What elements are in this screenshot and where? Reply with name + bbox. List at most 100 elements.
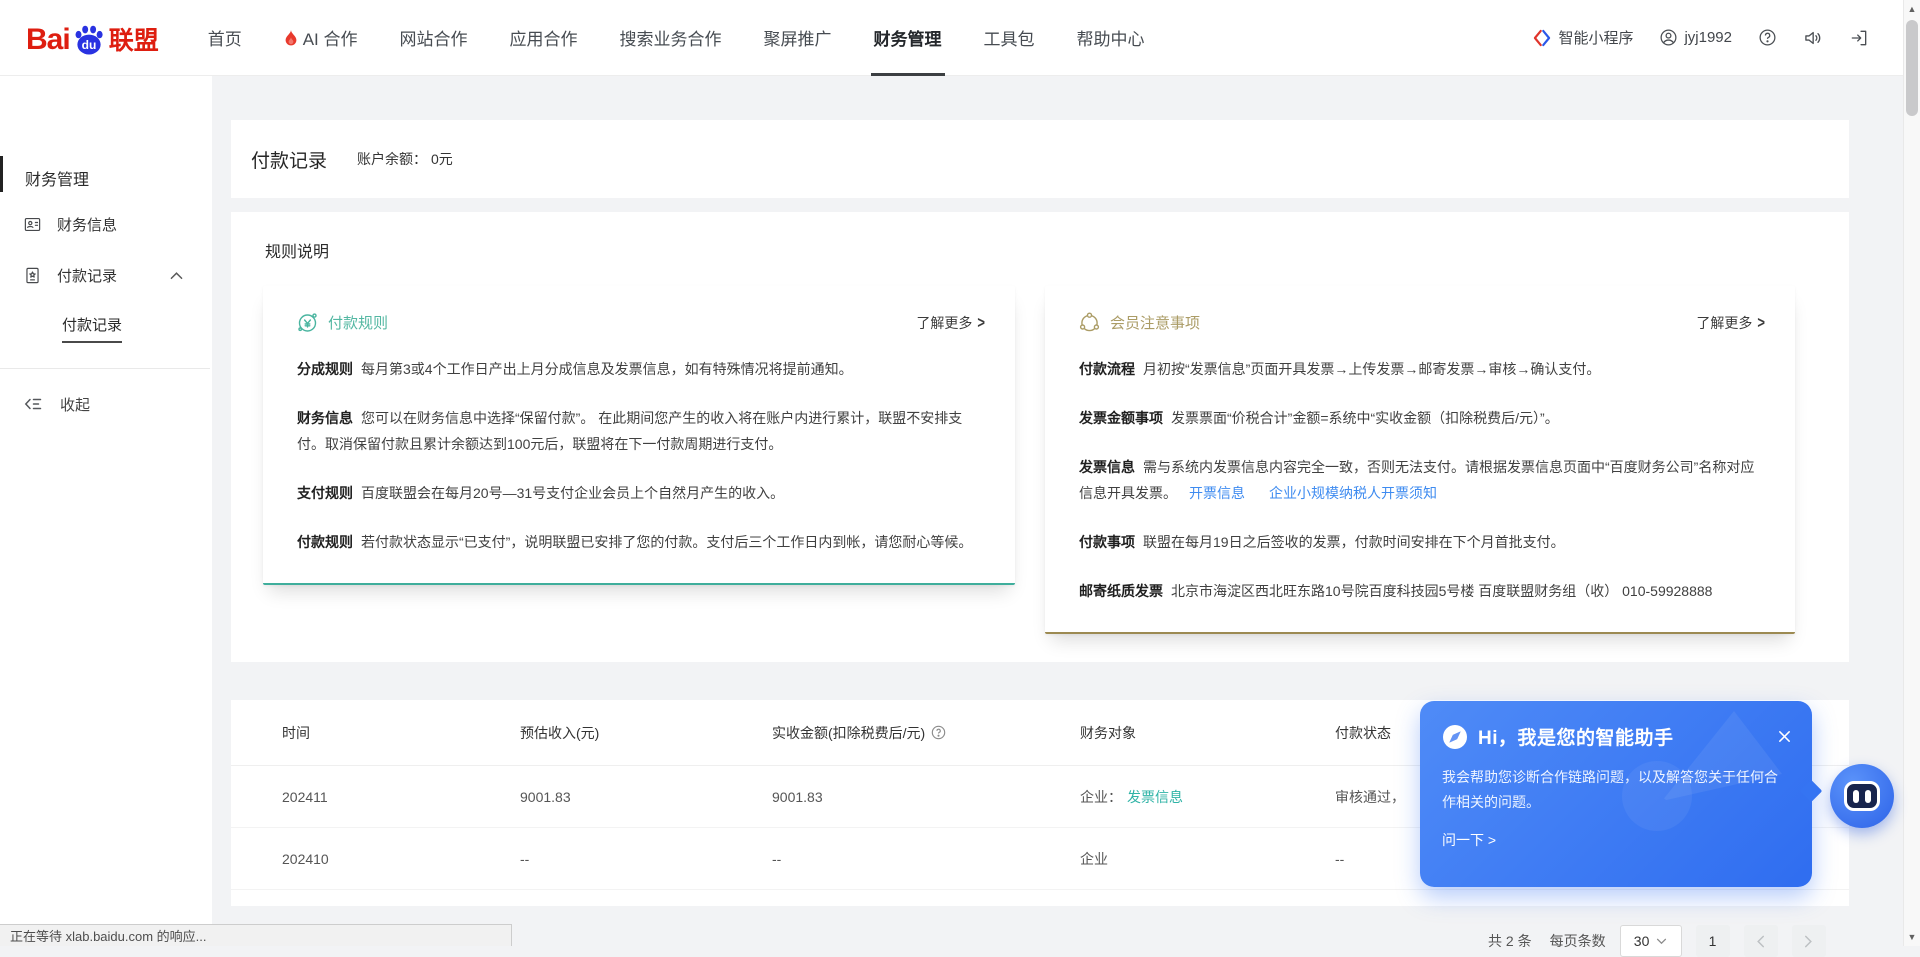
page-number-button[interactable]: 1 [1696,925,1730,957]
page-header-card: 付款记录 账户余额：0元 [231,120,1849,198]
learn-more-link[interactable]: 了解更多> [916,313,985,333]
cell-estimated: -- [520,851,772,867]
scrollbar-thumb[interactable] [1906,20,1918,116]
assistant-robot-button[interactable] [1830,764,1894,828]
announcement-speaker-icon[interactable] [1803,28,1823,48]
id-card-icon [23,215,42,234]
total-count-label: 共 2 条 [1488,931,1532,951]
invoice-info-link[interactable]: 开票信息 [1189,485,1245,501]
rule-paragraph: 付款事项联盟在每月19日之后签收的发票，付款时间安排在下个月首批支付。 [1079,529,1765,555]
help-icon[interactable] [1758,28,1777,47]
rule-paragraph: 发票信息需与系统内发票信息内容完全一致，否则无法支付。请根据发票信息页面中“百度… [1079,454,1765,506]
compass-icon [1442,724,1468,750]
rule-paragraph: 发票金额事项发票票面“价税合计”金额=系统中“实收金额（扣除税费后/元）”。 [1079,405,1765,431]
main-menu: 首页 AI 合作 网站合作 应用合作 搜索业务合作 聚屏推广 财务管理 工具包 … [187,0,1166,76]
sidebar-divider [0,368,210,369]
balance-value: 0元 [431,151,453,167]
chevron-down-icon [1656,938,1667,945]
top-navbar: Bai du 联盟 首页 AI 合作 网站合作 [0,0,1903,76]
sidebar-item-label: 付款记录 [57,265,117,286]
nav-item-ai-coop[interactable]: AI 合作 [263,0,379,76]
sidebar-item-payment-record[interactable]: 付款记录 [0,263,212,287]
rule-paragraph: 付款流程月初按“发票信息”页面开具发票→上传发票→邮寄发票→审核→确认支付。 [1079,356,1765,382]
rule-paragraph: 邮寄纸质发票北京市海淀区西北旺东路10号院百度科技园5号楼 百度联盟财务组（收）… [1079,578,1765,604]
balance-label: 账户余额： [357,151,427,167]
logo-text-lianmeng: 联盟 [109,27,159,55]
small-taxpayer-notice-link[interactable]: 企业小规模纳税人开票须知 [1269,485,1437,501]
nav-item-home[interactable]: 首页 [187,0,263,76]
assistant-popup: Hi，我是您的智能助手 我会帮助您诊断合作链路问题，以及解答您关于任何合作相关的… [1420,701,1812,887]
logo-text-bai: Bai [26,25,70,55]
nav-item-screen-promo[interactable]: 聚屏推广 [743,0,853,76]
nav-item-app-coop[interactable]: 应用合作 [489,0,599,76]
sidebar-item-label: 财务信息 [57,214,117,235]
browser-status-bubble: 正在等待 xlab.baidu.com 的响应... [0,924,512,946]
per-page-label: 每页条数 [1550,931,1606,951]
logout-icon[interactable] [1849,28,1869,48]
cell-estimated: 9001.83 [520,789,772,805]
question-circle-icon[interactable] [931,725,946,740]
learn-more-link[interactable]: 了解更多> [1696,313,1765,333]
vertical-scrollbar[interactable]: ▲ ▼ [1903,0,1920,946]
nav-item-search-coop[interactable]: 搜索业务合作 [599,0,743,76]
nav-item-finance-active[interactable]: 财务管理 [853,0,963,76]
cell-time: 202411 [282,789,520,805]
chevron-right-icon: > [977,313,985,332]
col-header-received-amount: 实收金额(扣除税费后/元) [772,723,1080,743]
smart-miniapp-entry[interactable]: 智能小程序 [1532,27,1633,48]
payment-rules-header: 付款规则 了解更多> [297,312,985,333]
rule-paragraph: 财务信息您可以在财务信息中选择“保留付款”。 在此期间您产生的收入将在账户内进行… [297,405,985,457]
left-sidebar: 财务管理 财务信息 付款记录 付款记录 [0,76,212,946]
user-account[interactable]: jyj1992 [1659,28,1732,47]
active-section-indicator [0,156,3,192]
nav-item-website-coop[interactable]: 网站合作 [379,0,489,76]
prev-page-button[interactable] [1744,925,1778,957]
coin-icon [297,312,318,333]
nav-item-toolkit[interactable]: 工具包 [963,0,1056,76]
svg-text:du: du [81,37,96,51]
invoice-info-cell-link[interactable]: 发票信息 [1127,789,1183,805]
col-header-finance-object: 财务对象 [1080,723,1335,743]
rules-section-card: 规则说明 付款规则 了解更多> 分成规则每月第3 [231,212,1849,662]
baidu-union-finance-page: Bai du 联盟 首页 AI 合作 网站合作 [0,0,1920,946]
username-text: jyj1992 [1684,29,1732,46]
rule-paragraph: 付款规则若付款状态显示“已支付”，说明联盟已安排了您的付款。支付后三个工作日内到… [297,529,985,555]
sidebar-subitem-payment-record-active[interactable]: 付款记录 [62,314,122,343]
cell-received: 9001.83 [772,789,1080,805]
col-header-time: 时间 [282,723,520,743]
sidebar-collapse-button[interactable]: 收起 [0,392,212,416]
cell-finance-object: 企业：发票信息 [1080,787,1335,807]
member-notes-title: 会员注意事项 [1110,312,1200,333]
cell-time: 202410 [282,851,520,867]
next-page-button[interactable] [1792,925,1826,957]
badge-star-icon [23,266,42,285]
network-nodes-icon [1079,312,1100,333]
pagination-bar: 共 2 条 每页条数 30 1 [1488,925,1826,957]
scroll-down-arrow[interactable]: ▼ [1904,932,1920,942]
chevron-up-icon[interactable] [170,271,183,280]
per-page-select[interactable]: 30 [1620,925,1682,957]
account-balance: 账户余额：0元 [357,149,453,169]
sidebar-section-title: 财务管理 [25,166,89,190]
baidu-union-logo[interactable]: Bai du 联盟 [26,21,159,55]
collapse-icon [24,395,42,413]
assistant-popup-header: Hi，我是您的智能助手 [1420,701,1812,750]
member-notes-card: 会员注意事项 了解更多> 付款流程月初按“发票信息”页面开具发票→上传发票→邮寄… [1045,286,1795,634]
robot-face-icon [1844,781,1880,811]
baidu-paw-icon: du [72,23,106,57]
assistant-title: Hi，我是您的智能助手 [1478,723,1674,750]
cell-received: -- [772,851,1080,867]
miniapp-logo-icon [1532,28,1552,48]
payment-rules-card: 付款规则 了解更多> 分成规则每月第3或4个工作日产出上月分成信息及发票信息，如… [263,286,1015,585]
rule-paragraph: 分成规则每月第3或4个工作日产出上月分成信息及发票信息，如有特殊情况将提前通知。 [297,356,985,382]
close-icon[interactable] [1775,727,1794,746]
popup-decoration [1622,761,1692,831]
sidebar-item-finance-info[interactable]: 财务信息 [0,212,212,236]
page-title: 付款记录 [251,146,327,173]
nav-item-help-center[interactable]: 帮助中心 [1056,0,1166,76]
ask-now-link[interactable]: 问一下 > [1442,830,1812,850]
payment-rules-title: 付款规则 [328,312,388,333]
cell-finance-object: 企业 [1080,849,1335,869]
col-header-estimated-income: 预估收入(元) [520,723,772,743]
scroll-up-arrow[interactable]: ▲ [1904,4,1920,14]
